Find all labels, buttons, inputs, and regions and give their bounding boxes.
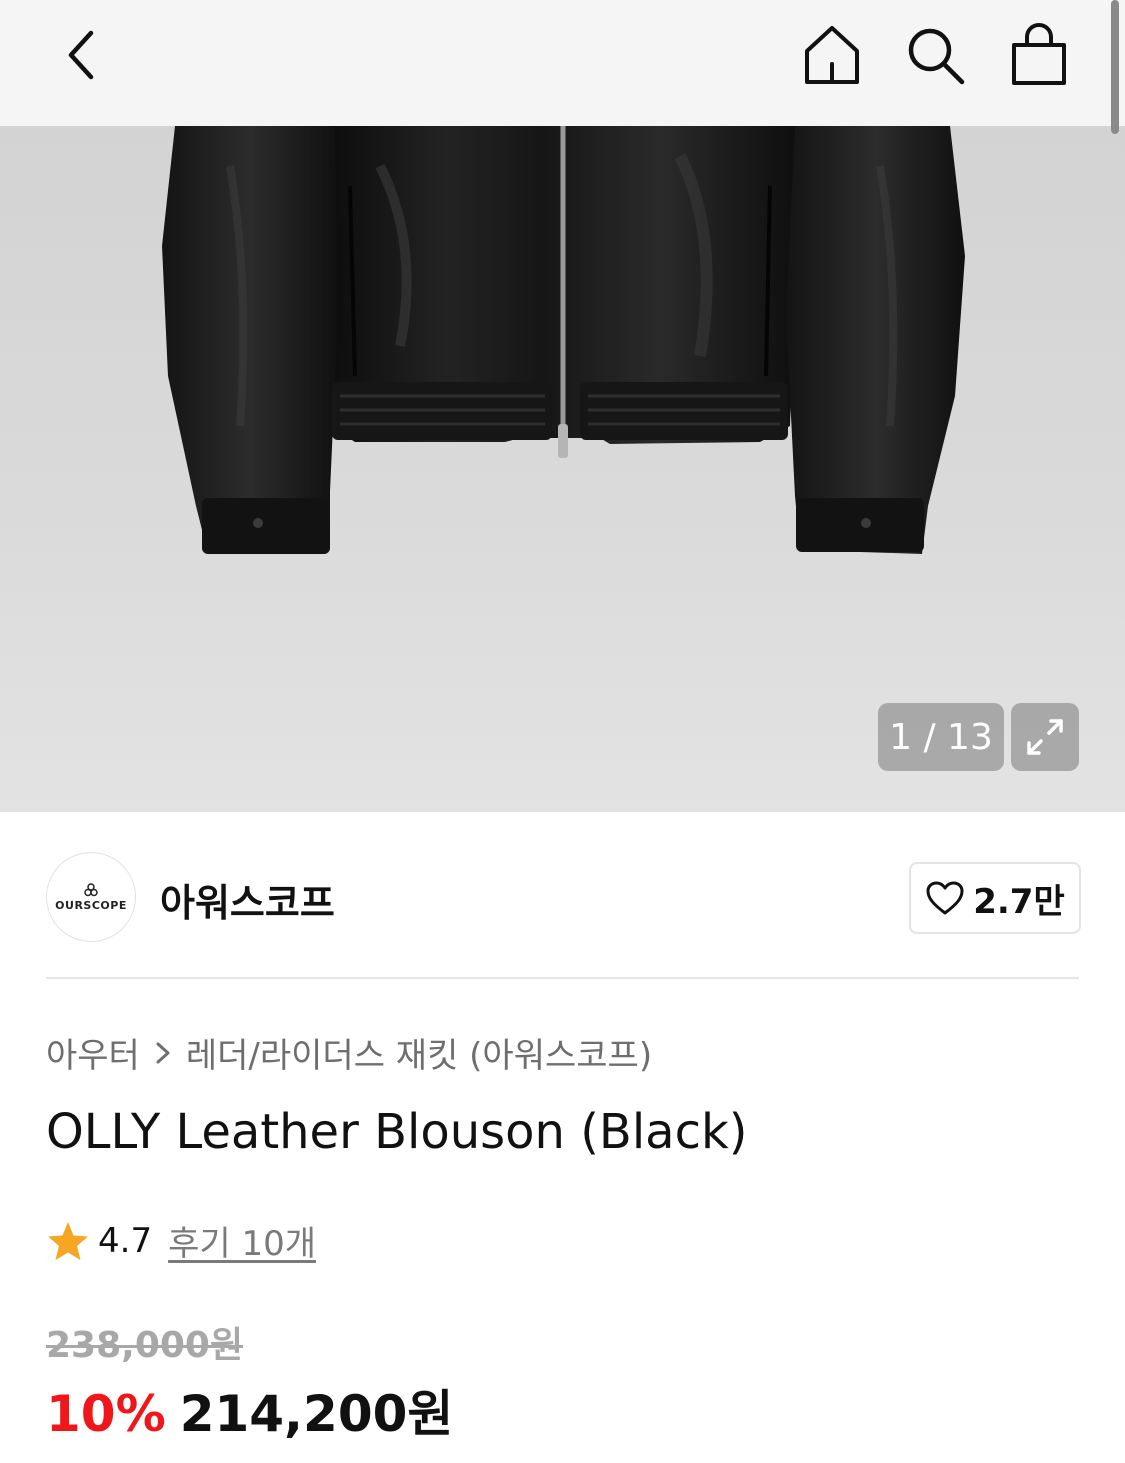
brand-name[interactable]: 아워스코프 [160, 872, 335, 927]
brand-logo[interactable]: OURSCOPE [46, 852, 136, 942]
breadcrumb-item-outer[interactable]: 아우터 [46, 1028, 140, 1077]
expand-image-button[interactable] [1011, 703, 1079, 771]
like-button[interactable]: 2.7만 [909, 862, 1081, 934]
like-count: 2.7만 [973, 881, 1065, 922]
rating-value: 4.7 [98, 1220, 153, 1261]
product-title: OLLY Leather Blouson (Black) [46, 1104, 748, 1160]
search-icon [908, 28, 965, 85]
reviews-link[interactable]: 후기 10개 [168, 1216, 316, 1265]
heart-icon [926, 881, 964, 915]
brand-logo-mark-icon [84, 882, 98, 896]
shopping-bag-icon [1012, 23, 1066, 85]
top-nav-bar [0, 0, 1125, 126]
breadcrumb-item-leather-jacket[interactable]: 레더/라이더스 재킷 (아워스코프) [186, 1028, 652, 1077]
section-divider [46, 977, 1079, 979]
image-counter: 1 / 13 [878, 703, 1004, 771]
star-icon [48, 1221, 88, 1260]
rating-row: 4.7 후기 10개 [46, 1216, 316, 1265]
chevron-right-icon [156, 1042, 170, 1063]
price-row: 10% 214,200원 [46, 1374, 453, 1446]
cart-button[interactable] [1004, 20, 1074, 90]
original-price: 238,000원 [46, 1325, 244, 1366]
home-icon [805, 26, 859, 84]
search-button[interactable] [900, 20, 970, 90]
page-scrollbar[interactable] [1111, 0, 1119, 134]
brand-row: OURSCOPE 아워스코프 2.7만 [46, 852, 1081, 942]
breadcrumb: 아우터 레더/라이더스 재킷 (아워스코프) [46, 1028, 652, 1077]
chevron-left-icon [68, 30, 94, 80]
brand-logo-text: OURSCOPE [55, 898, 127, 912]
back-button[interactable] [46, 20, 116, 90]
home-button[interactable] [797, 20, 867, 90]
sale-price: 214,200원 [179, 1385, 454, 1443]
expand-icon [1027, 719, 1063, 755]
discount-rate: 10% [46, 1385, 166, 1443]
